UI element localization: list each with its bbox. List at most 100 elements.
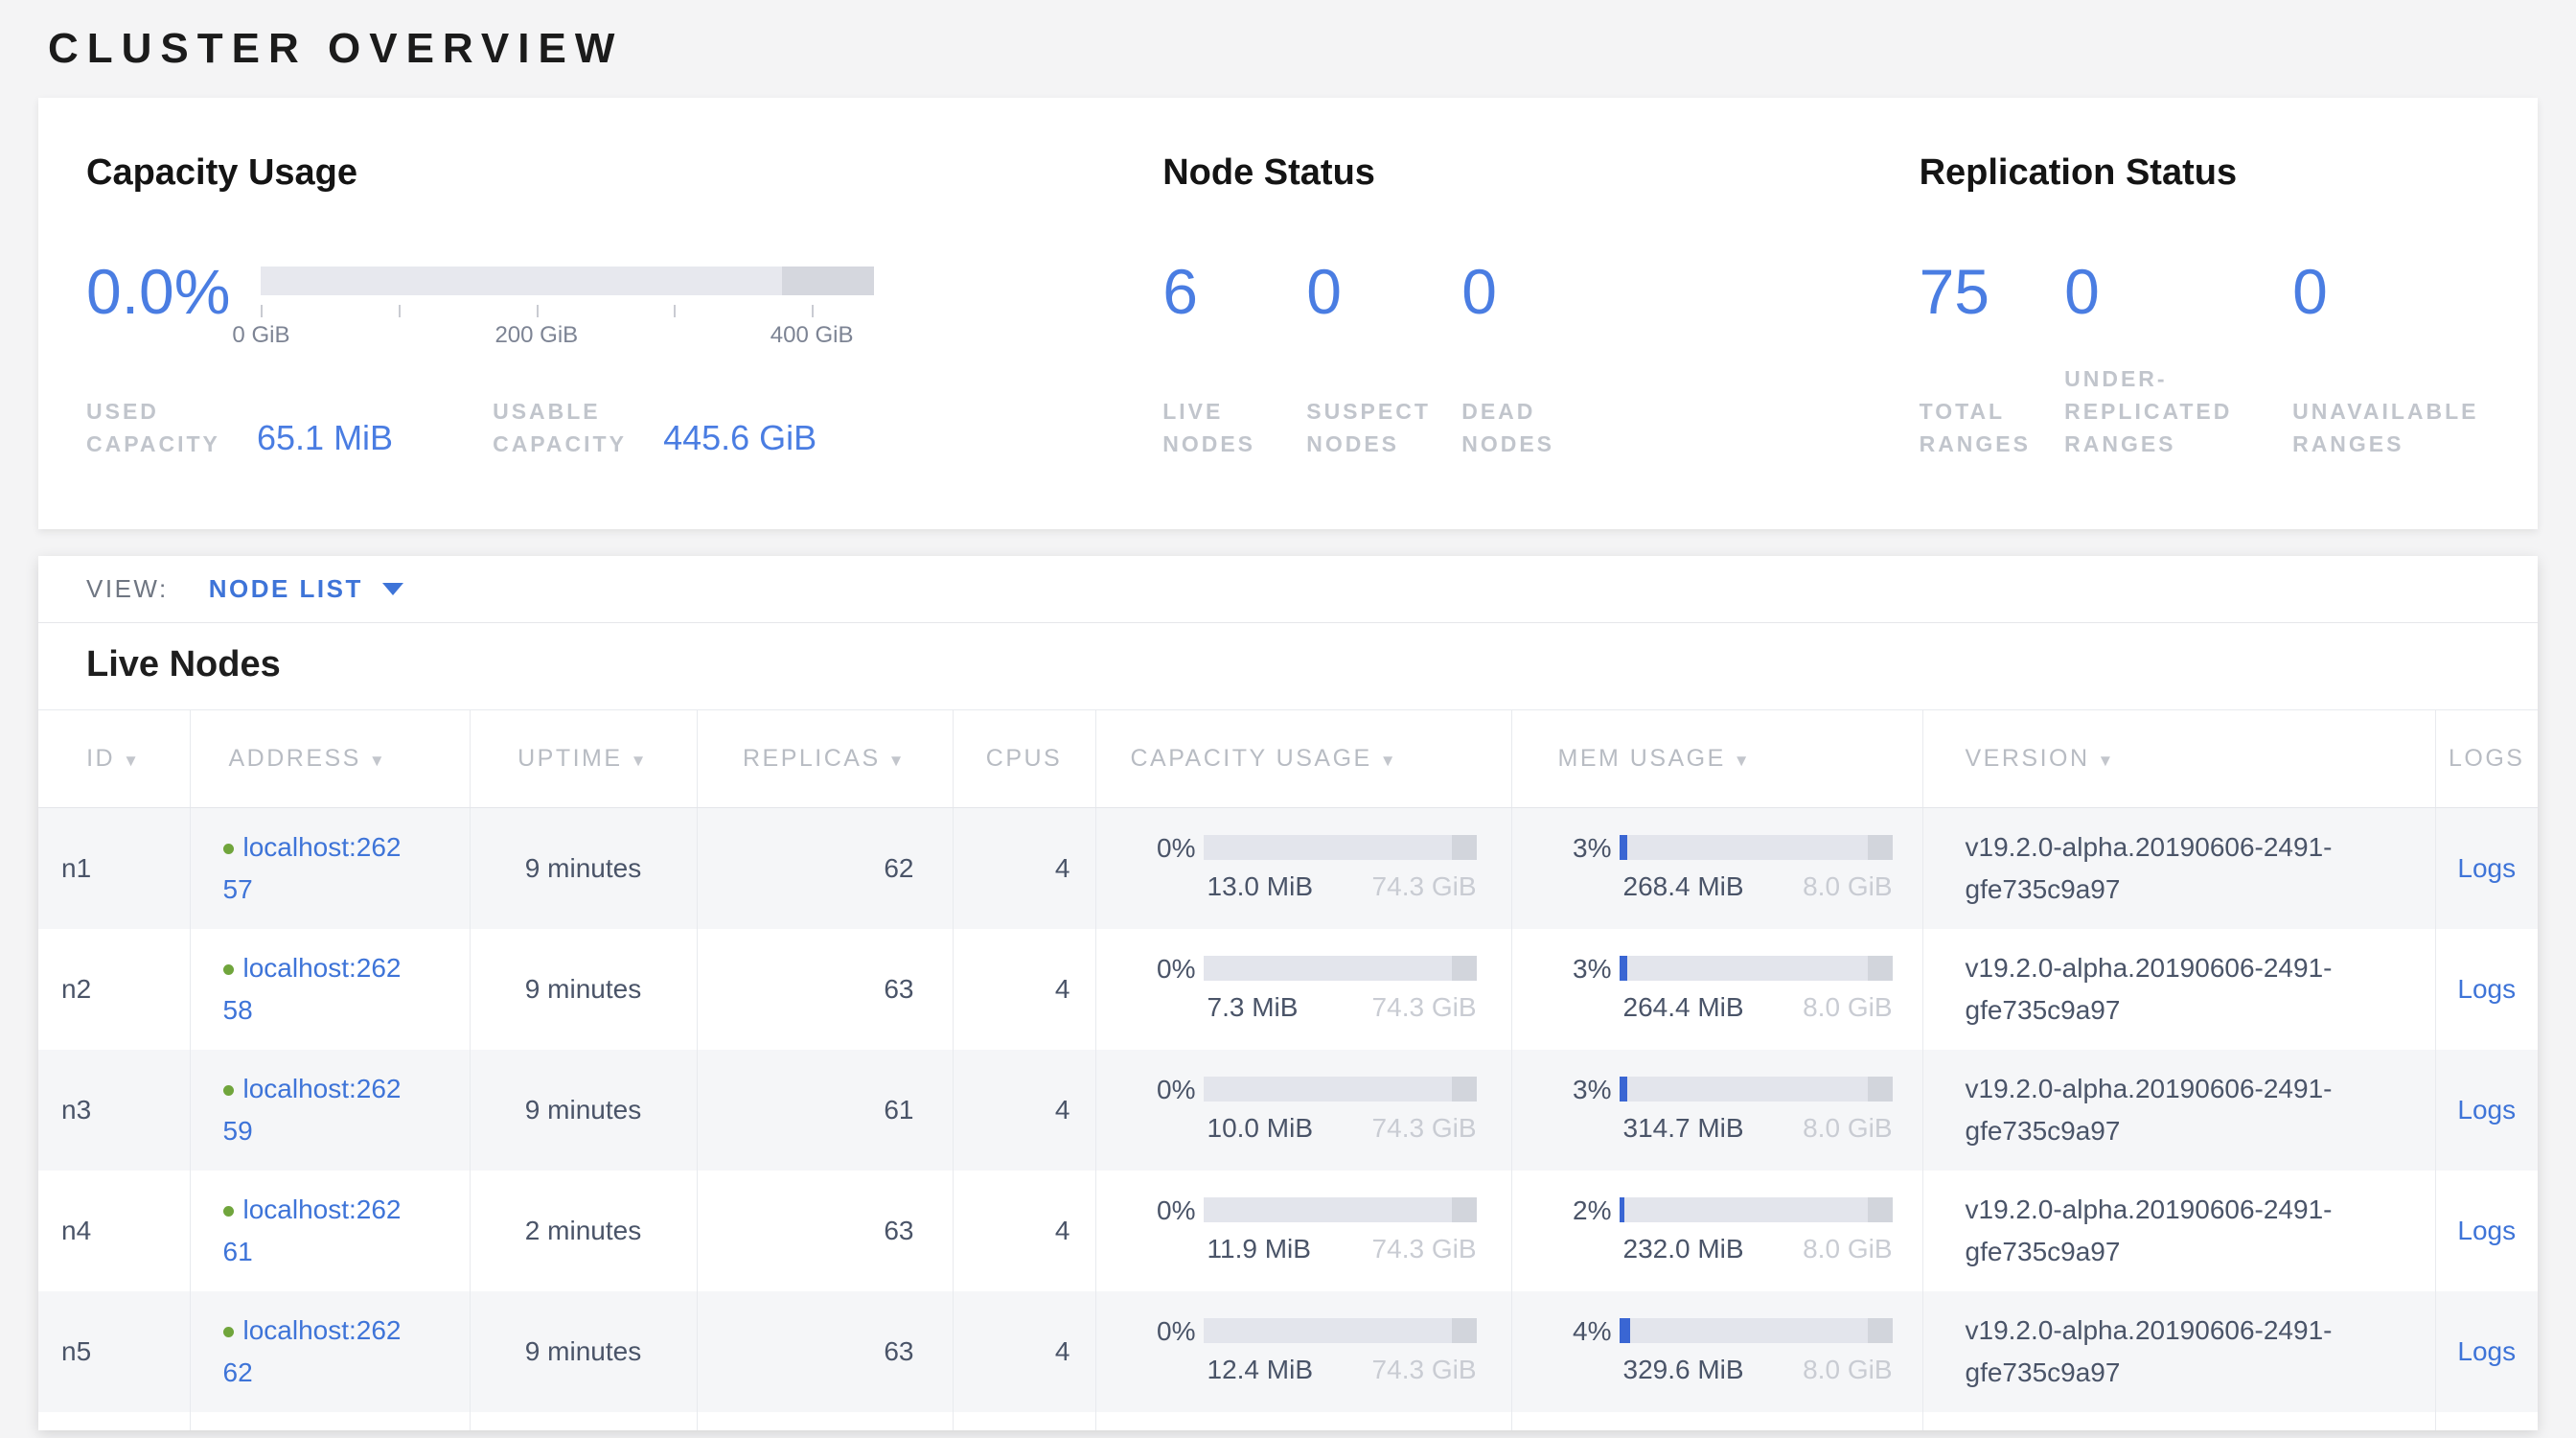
- mem-usage-bar-stack: 314.7 MiB8.0 GiB: [1620, 1077, 1893, 1144]
- capacity-stat-label: USED CAPACITY: [86, 395, 247, 460]
- capacity-usage-bar-reserved-segment: [1452, 835, 1477, 860]
- node-status-stat: 6LIVE NODES: [1162, 194, 1306, 460]
- node-address-link[interactable]: localhost:26257: [223, 832, 402, 904]
- column-header-label: CAPACITY USAGE: [1131, 745, 1372, 772]
- empty-cell: [1922, 1412, 2435, 1431]
- table-header-row: ID▼ADDRESS▼UPTIME▼REPLICAS▼CPUSCAPACITY …: [38, 710, 2538, 808]
- axis-tick: [261, 305, 263, 317]
- node-logs-link[interactable]: Logs: [2457, 853, 2516, 883]
- column-header-uptime[interactable]: UPTIME▼: [470, 710, 697, 808]
- node-uptime-cell: 9 minutes: [470, 1050, 697, 1171]
- node-address-link[interactable]: localhost:26259: [223, 1074, 402, 1146]
- node-status-section: Node Status 6LIVE NODES0SUSPECT NODES0DE…: [1162, 151, 1919, 460]
- view-label: VIEW:: [86, 574, 169, 604]
- capacity-usage-percent: 0%: [1096, 835, 1196, 862]
- node-address-link[interactable]: localhost:26262: [223, 1315, 402, 1387]
- capacity-usage-section: Capacity Usage 0.0% 0 GiB200 GiB400 GiB …: [86, 151, 1162, 460]
- axis-tick-label: 0 GiB: [232, 322, 289, 349]
- node-logs-link[interactable]: Logs: [2457, 1216, 2516, 1245]
- capacity-usage-bar-stack: 7.3 MiB74.3 GiB: [1204, 956, 1477, 1023]
- column-header-id[interactable]: ID▼: [38, 710, 190, 808]
- node-id-cell: n1: [38, 808, 190, 929]
- mem-usage-bar-fill: [1620, 956, 1628, 981]
- replication-status-stat-value: 0: [2292, 255, 2490, 328]
- empty-cell: [190, 1412, 470, 1431]
- node-address-cell: localhost:26261: [190, 1171, 470, 1291]
- capacity-usage-bar: [1204, 1318, 1477, 1343]
- node-status-heading: Node Status: [1162, 151, 1919, 194]
- replication-status-heading: Replication Status: [1920, 151, 2490, 194]
- mem-usage-used-value: 314.7 MiB: [1620, 1113, 1744, 1144]
- capacity-gauge-bar: [261, 267, 874, 295]
- node-status-stat: 0SUSPECT NODES: [1306, 194, 1461, 460]
- replication-status-stats: 75TOTAL RANGES0UNDER-REPLICATED RANGES0U…: [1920, 194, 2490, 460]
- replication-status-stat-value: 0: [2064, 255, 2292, 328]
- capacity-usage: 0%10.0 MiB74.3 GiB: [1096, 1077, 1511, 1144]
- live-nodes-title: Live Nodes: [38, 623, 2538, 709]
- node-cpus-cell: 4: [953, 1050, 1095, 1171]
- mem-usage: 2% 232.0 MiB8.0 GiB: [1512, 1197, 1922, 1264]
- mem-usage-values: 314.7 MiB8.0 GiB: [1620, 1113, 1893, 1144]
- node-address: localhost:26262: [223, 1310, 411, 1394]
- node-address-cell: localhost:26257: [190, 808, 470, 929]
- column-header-capacity[interactable]: CAPACITY USAGE▼: [1095, 710, 1511, 808]
- mem-usage-bar-fill: [1620, 1318, 1630, 1343]
- capacity-usage: 0%7.3 MiB74.3 GiB: [1096, 956, 1511, 1023]
- mem-usage-percent: 2%: [1512, 1197, 1612, 1224]
- live-status-dot-icon: [223, 844, 234, 854]
- capacity-usage-bar-stack: 10.0 MiB74.3 GiB: [1204, 1077, 1477, 1144]
- capacity-usage-values: 13.0 MiB74.3 GiB: [1204, 871, 1477, 902]
- column-header-memory[interactable]: MEM USAGE▼: [1511, 710, 1922, 808]
- node-version-cell: v19.2.0-alpha.20190606-2491-gfe735c9a97: [1922, 808, 2435, 929]
- node-version-cell: v19.2.0-alpha.20190606-2491-gfe735c9a97: [1922, 929, 2435, 1050]
- node-logs-link[interactable]: Logs: [2457, 1336, 2516, 1366]
- column-header-version[interactable]: VERSION▼: [1922, 710, 2435, 808]
- column-header-label: ADDRESS: [229, 745, 361, 772]
- node-version: v19.2.0-alpha.20190606-2491-gfe735c9a97: [1966, 947, 2406, 1032]
- capacity-stat-value: 445.6 GiB: [663, 418, 816, 458]
- capacity-usage-used-value: 7.3 MiB: [1204, 992, 1299, 1023]
- node-cpus-cell: 4: [953, 808, 1095, 929]
- node-address-link[interactable]: localhost:26261: [223, 1194, 402, 1266]
- capacity-usage-percent: 0%: [1096, 1197, 1196, 1224]
- capacity-usage-total-value: 74.3 GiB: [1372, 1355, 1477, 1385]
- sort-arrow-icon: ▼: [1734, 752, 1752, 770]
- mem-usage-total-value: 8.0 GiB: [1803, 871, 1892, 902]
- column-header-replicas[interactable]: REPLICAS▼: [697, 710, 953, 808]
- view-selected-value: NODE LIST: [209, 574, 363, 604]
- node-id-cell: n5: [38, 1291, 190, 1412]
- mem-usage-values: 264.4 MiB8.0 GiB: [1620, 992, 1893, 1023]
- capacity-usage-bar: [1204, 1077, 1477, 1102]
- node-logs-link[interactable]: Logs: [2457, 1095, 2516, 1125]
- node-uptime-cell: 9 minutes: [470, 808, 697, 929]
- empty-cell: [1095, 1412, 1511, 1431]
- page-title: CLUSTER OVERVIEW: [48, 25, 2576, 73]
- live-nodes-table: ID▼ADDRESS▼UPTIME▼REPLICAS▼CPUSCAPACITY …: [38, 709, 2538, 1430]
- mem-usage-bar-stack: 232.0 MiB8.0 GiB: [1620, 1197, 1893, 1264]
- node-logs-link[interactable]: Logs: [2457, 974, 2516, 1004]
- node-replicas-cell: 63: [697, 1171, 953, 1291]
- column-header-label: CPUS: [986, 745, 1062, 772]
- node-version: v19.2.0-alpha.20190606-2491-gfe735c9a97: [1966, 1310, 2406, 1394]
- capacity-usage-bar-reserved-segment: [1452, 1318, 1477, 1343]
- node-memory-cell: 3% 314.7 MiB8.0 GiB: [1511, 1050, 1922, 1171]
- capacity-usage-used-value: 12.4 MiB: [1204, 1355, 1314, 1385]
- mem-usage-used-value: 268.4 MiB: [1620, 871, 1744, 902]
- node-capacity-cell: 0%12.4 MiB74.3 GiB: [1095, 1291, 1511, 1412]
- axis-tick: [812, 305, 814, 317]
- view-selector-dropdown[interactable]: NODE LIST: [209, 574, 403, 604]
- mem-usage-total-value: 8.0 GiB: [1803, 1355, 1892, 1385]
- column-header-label: VERSION: [1966, 745, 2090, 772]
- mem-usage-bar: [1620, 1077, 1893, 1102]
- column-header-address[interactable]: ADDRESS▼: [190, 710, 470, 808]
- chevron-down-icon: [382, 583, 403, 595]
- mem-usage-percent: 3%: [1512, 1077, 1612, 1103]
- capacity-axis: [261, 299, 874, 322]
- table-row-n5: n5localhost:262629 minutes6340%12.4 MiB7…: [38, 1291, 2538, 1412]
- mem-usage-bar-reserved-segment: [1868, 1077, 1893, 1102]
- replication-status-stat: 0UNAVAILABLE RANGES: [2292, 194, 2490, 460]
- capacity-stat: USED CAPACITY65.1 MiB: [86, 395, 393, 460]
- node-replicas-cell: 62: [697, 808, 953, 929]
- node-address-link[interactable]: localhost:26258: [223, 953, 402, 1025]
- capacity-stat-value: 65.1 MiB: [257, 418, 393, 458]
